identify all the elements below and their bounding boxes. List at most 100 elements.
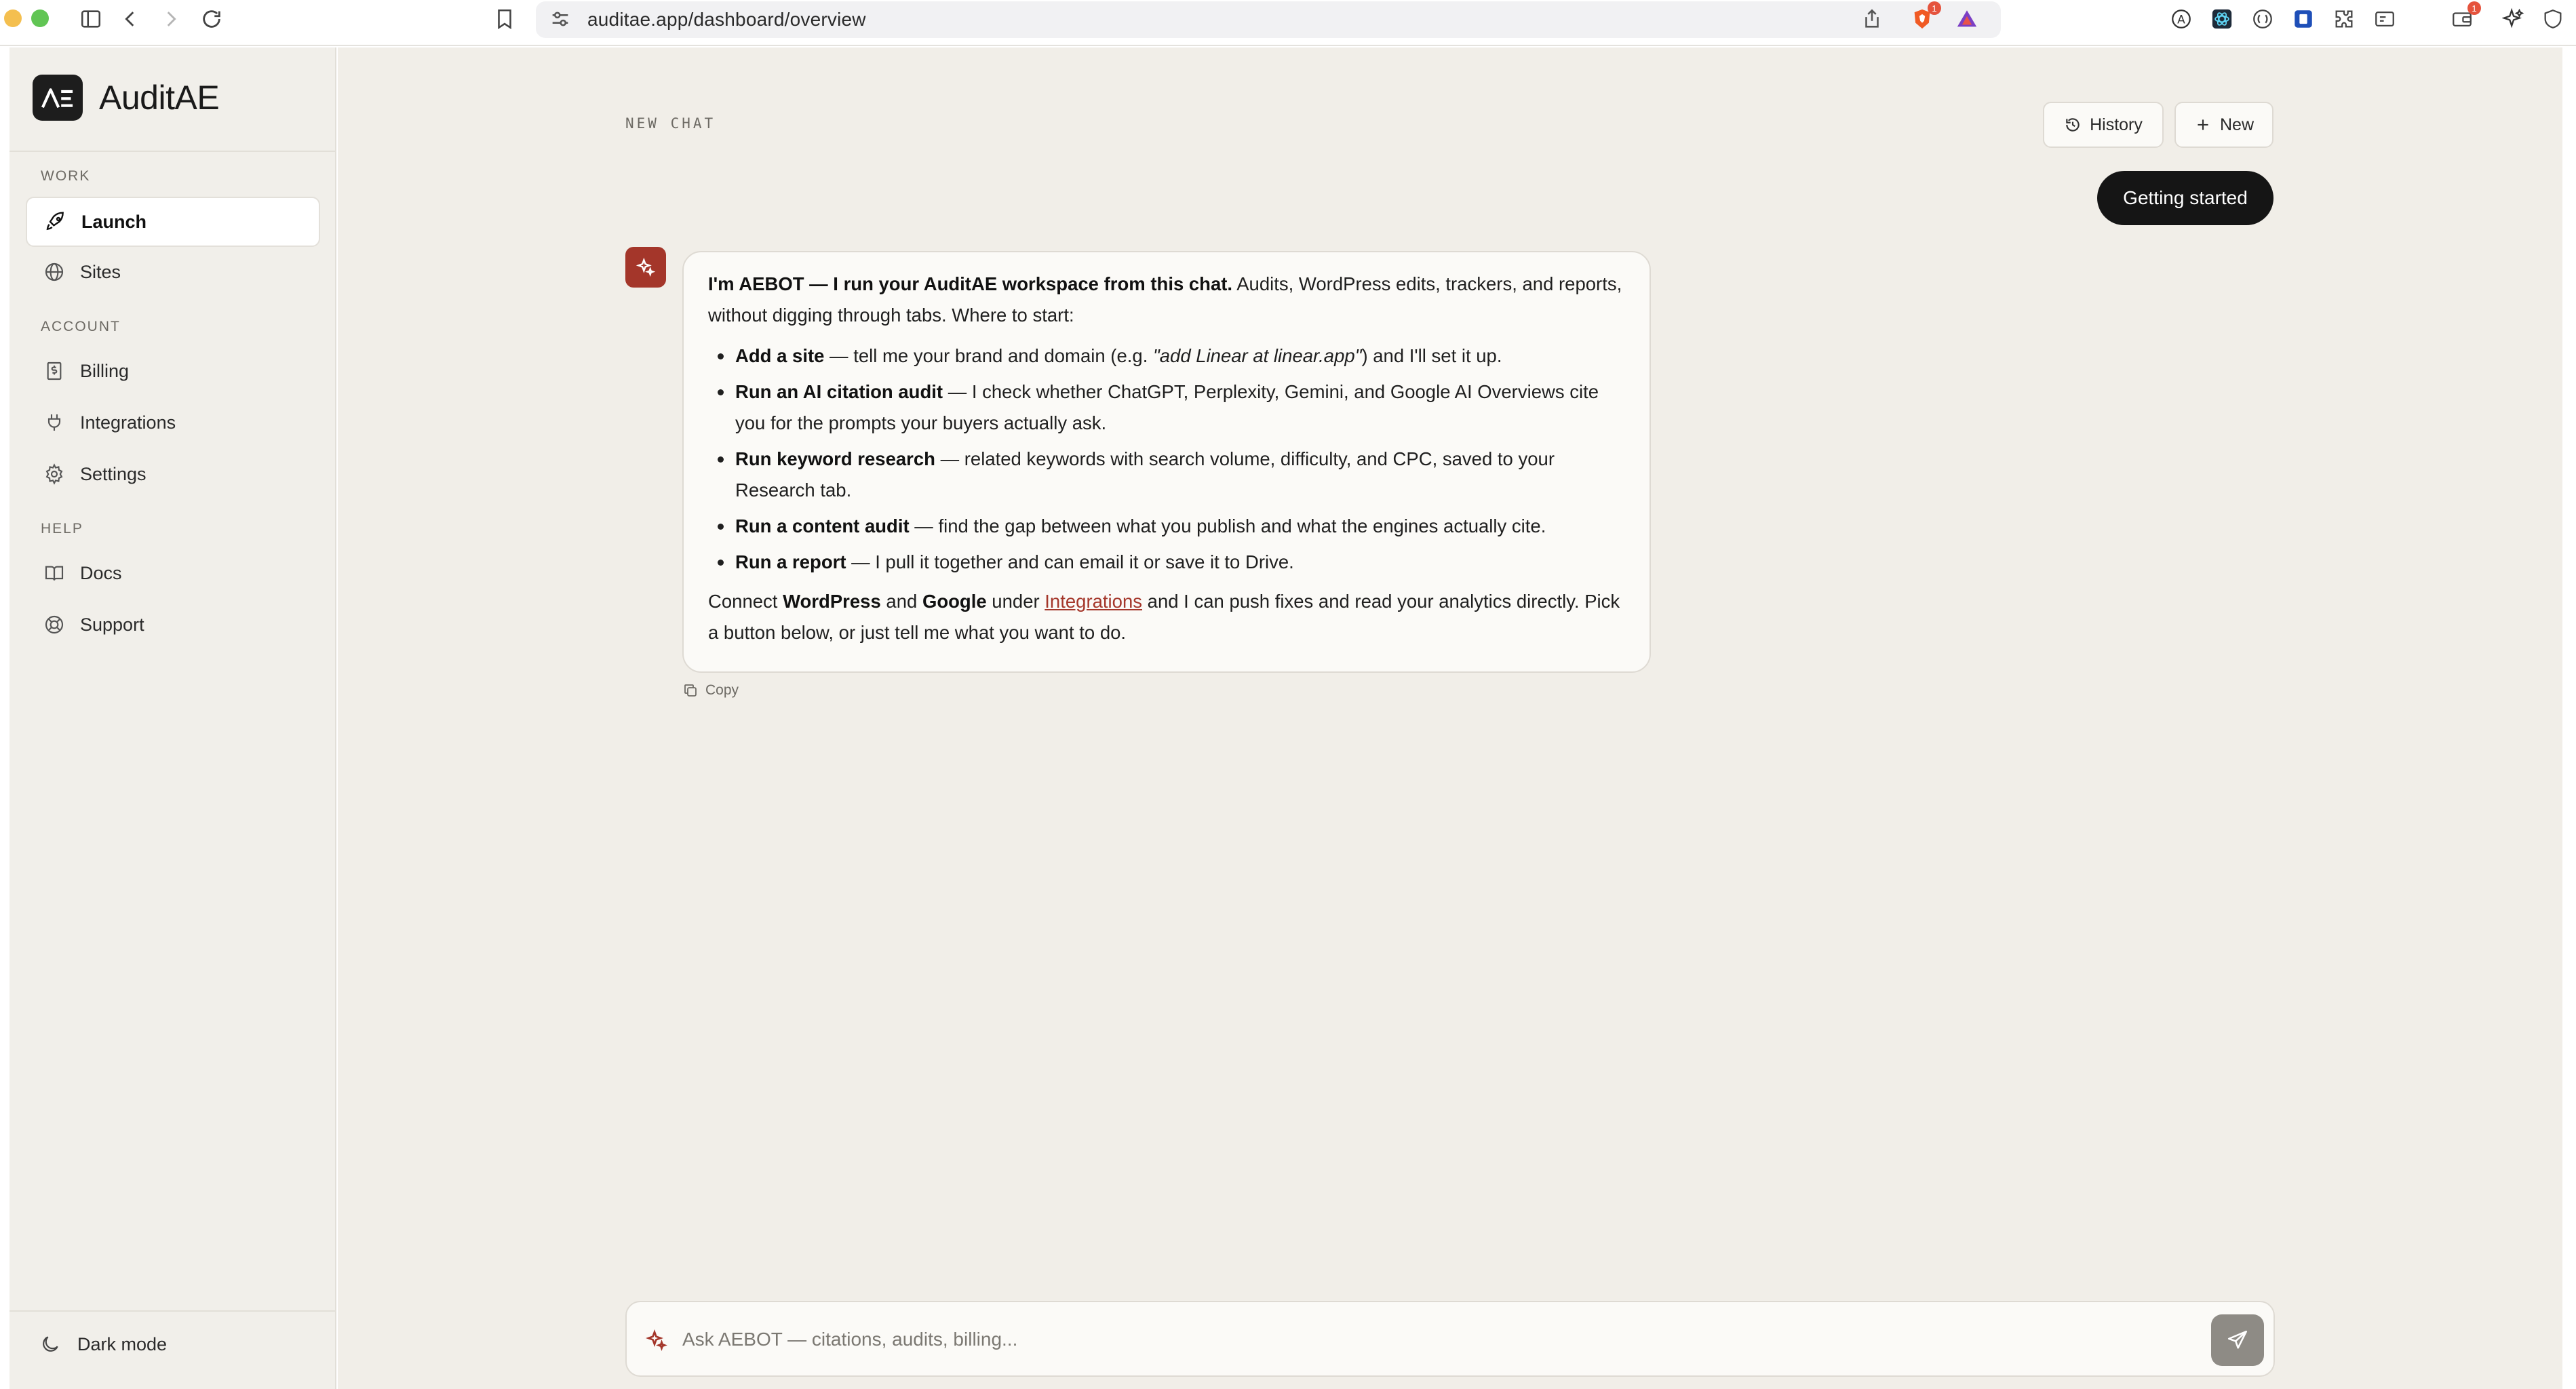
list-item: Run a report — I pull it together and ca… bbox=[708, 547, 1625, 578]
brave-shields-icon[interactable]: 1 bbox=[1909, 1, 1941, 33]
sidebar-item-launch[interactable]: Launch bbox=[26, 197, 320, 247]
list-item-text: — find the gap between what you publish … bbox=[909, 515, 1546, 536]
getting-started-button[interactable]: Getting started bbox=[2097, 171, 2273, 225]
browser-toolbar: auditae.app/dashboard/overview 1 A 1 bbox=[0, 0, 2576, 46]
brand[interactable]: AuditAE bbox=[33, 75, 220, 121]
list-item: Run a content audit — find the gap betwe… bbox=[708, 511, 1625, 542]
back-icon[interactable] bbox=[117, 5, 144, 33]
integrations-link[interactable]: Integrations bbox=[1045, 591, 1142, 612]
list-item-title: Run a report bbox=[735, 551, 846, 572]
forward-icon[interactable] bbox=[157, 5, 184, 33]
copy-label: Copy bbox=[705, 682, 739, 698]
closing-text: Connect bbox=[708, 591, 783, 612]
sidebar-toggle-icon[interactable] bbox=[77, 5, 104, 33]
auditae-logo bbox=[33, 75, 83, 121]
shields-badge: 1 bbox=[1928, 1, 1941, 15]
brand-name: AuditAE bbox=[99, 79, 220, 117]
extension-circle-icon[interactable] bbox=[2249, 5, 2276, 33]
section-label-help: HELP bbox=[41, 521, 83, 536]
window-edge bbox=[0, 47, 9, 1389]
copy-icon bbox=[684, 684, 697, 697]
extension-blue-icon[interactable] bbox=[2290, 5, 2317, 33]
sidebar-item-billing[interactable]: Billing bbox=[26, 346, 320, 396]
chat-input[interactable] bbox=[682, 1318, 2174, 1361]
list-item-text: ) and I'll set it up. bbox=[1361, 345, 1502, 366]
sidebar-item-settings[interactable]: Settings bbox=[26, 449, 320, 499]
list-item-text: — I pull it together and can email it or… bbox=[846, 551, 1294, 572]
site-settings-icon[interactable] bbox=[547, 5, 574, 33]
message-closing: Connect WordPress and Google under Integ… bbox=[708, 586, 1625, 648]
sidebar-item-label: Docs bbox=[80, 562, 122, 583]
sidebar-item-label: Support bbox=[80, 614, 144, 635]
extensions-puzzle-icon[interactable] bbox=[2330, 5, 2358, 33]
globe-icon bbox=[45, 262, 64, 281]
list-item: Add a site — tell me your brand and doma… bbox=[708, 340, 1625, 372]
sidebar-item-label: Sites bbox=[80, 261, 121, 282]
share-icon[interactable] bbox=[1858, 5, 1886, 33]
chat-main: NEW CHAT History New Getting started I'm… bbox=[338, 47, 2562, 1389]
section-label-account: ACCOUNT bbox=[41, 319, 121, 334]
sidebar-item-label: Billing bbox=[80, 360, 130, 381]
sidebar-item-docs[interactable]: Docs bbox=[26, 548, 320, 598]
new-label: New bbox=[2219, 115, 2254, 134]
history-button[interactable]: History bbox=[2043, 102, 2164, 148]
dark-mode-toggle[interactable]: Dark mode bbox=[39, 1333, 167, 1355]
reload-icon[interactable] bbox=[198, 5, 225, 33]
vpn-icon[interactable] bbox=[2539, 5, 2567, 33]
wallet-badge: 1 bbox=[2467, 1, 2481, 15]
plug-icon bbox=[47, 414, 61, 431]
zoom-button[interactable] bbox=[31, 9, 49, 27]
sidebar-divider bbox=[9, 1310, 335, 1312]
bookmark-icon[interactable] bbox=[491, 5, 518, 33]
wallet-icon[interactable]: 1 bbox=[2448, 1, 2481, 33]
intro-bold: I'm AEBOT — I run your AuditAE workspace… bbox=[708, 273, 1233, 294]
window-edge bbox=[2562, 47, 2576, 1389]
message-intro: I'm AEBOT — I run your AuditAE workspace… bbox=[708, 269, 1625, 331]
closing-wordpress: WordPress bbox=[783, 591, 881, 612]
list-item: Run keyword research — related keywords … bbox=[708, 444, 1625, 506]
window-controls bbox=[4, 9, 49, 27]
sidebar-item-support[interactable]: Support bbox=[26, 600, 320, 650]
list-item-title: Run an AI citation audit bbox=[735, 381, 943, 402]
copy-button[interactable]: Copy bbox=[682, 682, 739, 699]
plus-icon bbox=[2198, 119, 2208, 130]
send-button[interactable] bbox=[2211, 1314, 2264, 1366]
history-icon bbox=[2066, 118, 2080, 132]
brave-rewards-icon[interactable] bbox=[1953, 5, 1980, 33]
leo-ai-icon[interactable] bbox=[2500, 5, 2527, 33]
chat-composer bbox=[625, 1301, 2275, 1377]
assistant-message: I'm AEBOT — I run your AuditAE workspace… bbox=[682, 251, 1651, 673]
sidebar-item-label: Launch bbox=[81, 211, 147, 232]
dark-mode-label: Dark mode bbox=[77, 1333, 168, 1354]
moon-icon bbox=[43, 1336, 58, 1352]
sparkle-icon bbox=[646, 1329, 667, 1351]
chat-title: NEW CHAT bbox=[625, 115, 716, 132]
reader-mode-icon[interactable] bbox=[2371, 5, 2398, 33]
book-icon bbox=[45, 566, 64, 581]
address-bar[interactable]: auditae.app/dashboard/overview 1 bbox=[536, 1, 2001, 38]
sidebar-item-sites[interactable]: Sites bbox=[26, 247, 320, 297]
sidebar-divider bbox=[9, 151, 335, 152]
sidebar-item-integrations[interactable]: Integrations bbox=[26, 397, 320, 448]
url-text: auditae.app/dashboard/overview bbox=[587, 9, 866, 30]
gear-icon bbox=[45, 463, 63, 485]
extension-a-icon[interactable]: A bbox=[2168, 5, 2195, 33]
sidebar: AuditAE WORK Launch Sites ACCOUNT Billin… bbox=[9, 47, 336, 1389]
sidebar-item-label: Settings bbox=[80, 463, 147, 484]
list-item-example: "add Linear at linear.app" bbox=[1152, 345, 1362, 366]
new-chat-button[interactable]: New bbox=[2174, 102, 2273, 148]
bot-avatar bbox=[625, 247, 666, 288]
list-item-title: Run keyword research bbox=[735, 448, 935, 469]
list-item: Run an AI citation audit — I check wheth… bbox=[708, 376, 1625, 439]
closing-text: under bbox=[986, 591, 1045, 612]
closing-text: and bbox=[880, 591, 922, 612]
suggestion-list: Add a site — tell me your brand and doma… bbox=[708, 340, 1625, 578]
receipt-icon bbox=[47, 361, 62, 380]
send-icon bbox=[2227, 1330, 2248, 1349]
minimize-button[interactable] bbox=[4, 9, 22, 27]
list-item-title: Run a content audit bbox=[735, 515, 910, 536]
extension-react-icon[interactable] bbox=[2208, 5, 2236, 33]
history-label: History bbox=[2090, 115, 2143, 134]
closing-google: Google bbox=[922, 591, 987, 612]
svg-text:A: A bbox=[2177, 13, 2185, 26]
